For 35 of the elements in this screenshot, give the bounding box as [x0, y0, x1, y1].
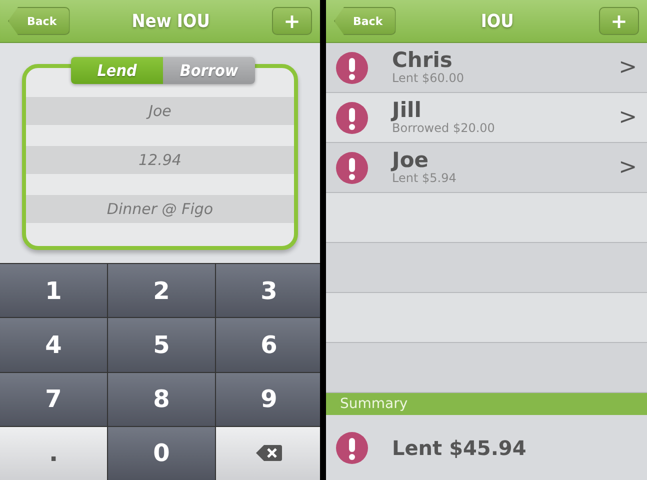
row-detail: Lent $60.00 — [392, 71, 465, 85]
input-field[interactable]: Joe — [26, 97, 294, 125]
alert-icon — [336, 52, 368, 84]
alert-icon — [336, 152, 368, 184]
list-row[interactable]: Chris Lent $60.00 > — [326, 43, 647, 93]
row-detail: Borrowed $20.00 — [392, 121, 496, 135]
chevron: > — [618, 105, 637, 130]
alert-icon — [336, 432, 368, 464]
digit-key[interactable]: 4 — [0, 318, 107, 372]
chevron: > — [618, 155, 637, 180]
summary-text: Lent $45.94 — [392, 436, 526, 460]
input-field[interactable]: 12.94 — [26, 146, 294, 174]
row-detail: Lent $5.94 — [392, 171, 458, 185]
person-name: Chris — [392, 50, 454, 71]
delete-key[interactable] — [216, 426, 320, 480]
digit-key[interactable]: 0 — [108, 426, 215, 480]
digit-key[interactable]: 6 — [216, 318, 320, 372]
section-header: Summary — [326, 393, 647, 415]
digit-key[interactable]: 9 — [216, 372, 320, 426]
backspace-icon — [256, 445, 282, 462]
digit-key[interactable]: 5 — [108, 318, 215, 372]
input-field[interactable]: Dinner @ Figo — [26, 195, 294, 223]
digit-key[interactable]: 8 — [108, 372, 215, 426]
decimal-key[interactable]: . — [0, 426, 107, 480]
person-name: Joe — [392, 150, 430, 171]
list-row[interactable]: Joe Lent $5.94 > — [326, 143, 647, 193]
alert-icon — [336, 102, 368, 134]
digit-key[interactable]: 3 — [216, 264, 320, 318]
digit-key[interactable]: 7 — [0, 372, 107, 426]
person-name: Jill — [392, 100, 422, 121]
screen-title: New IOU — [132, 10, 210, 32]
digit-key[interactable]: 2 — [108, 264, 215, 318]
digit-key[interactable]: 1 — [0, 264, 107, 318]
chevron: > — [618, 55, 637, 80]
screen-title: IOU — [480, 10, 514, 32]
